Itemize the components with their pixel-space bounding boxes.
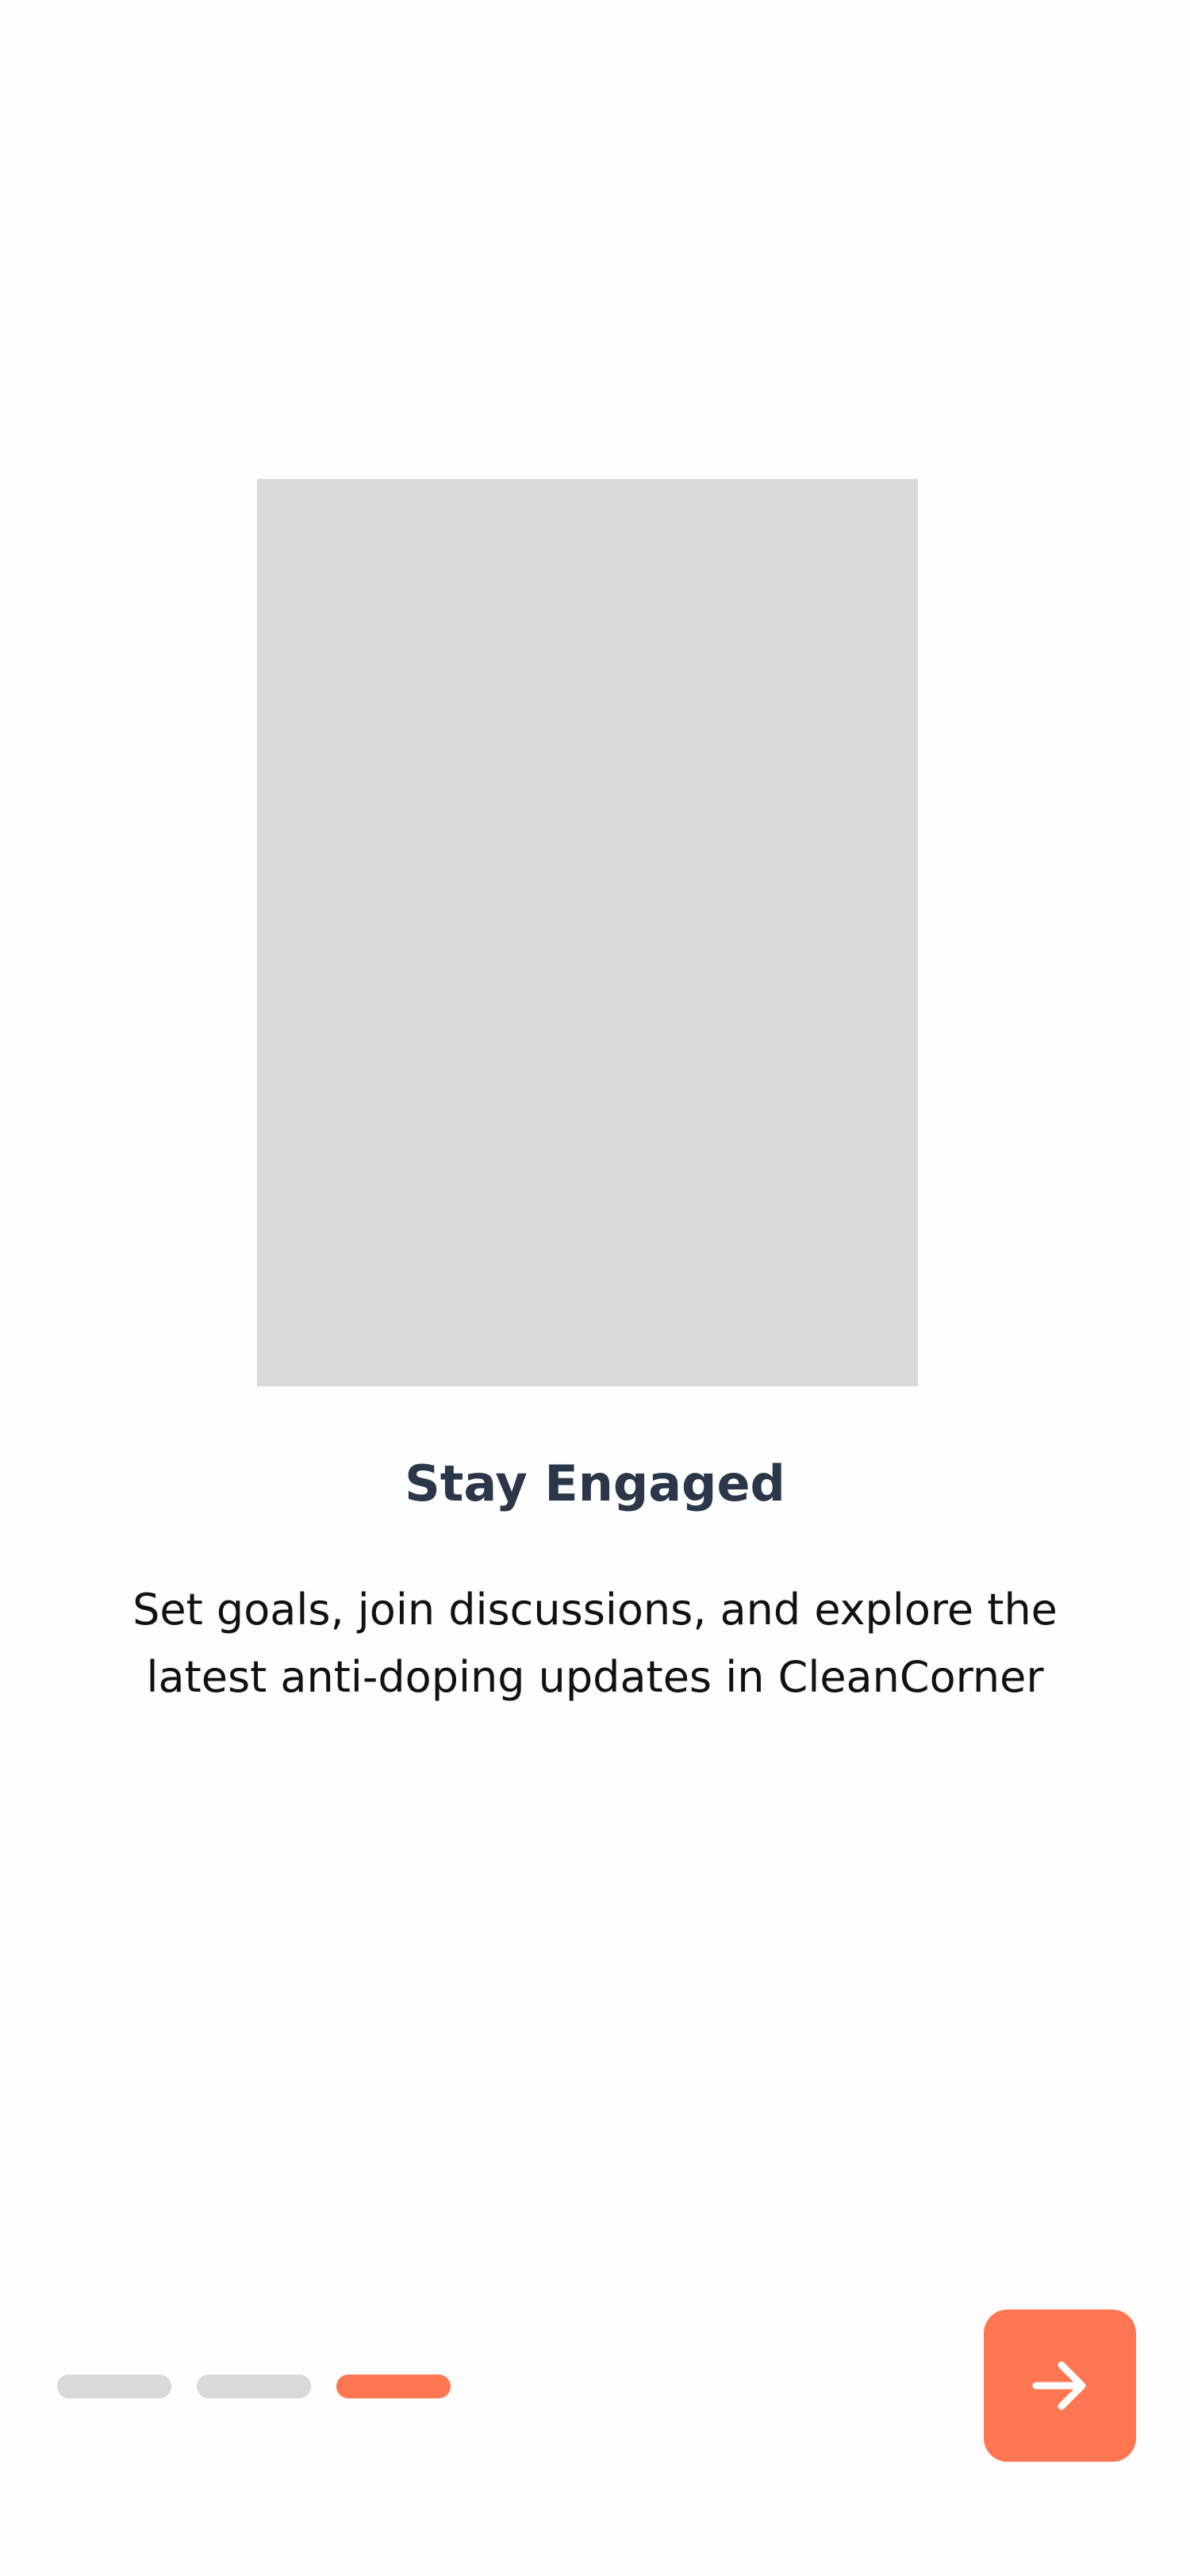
arrow-right-icon <box>1028 2354 1092 2417</box>
onboarding-description: Set goals, join discussions, and explore… <box>132 1585 1058 1702</box>
next-button[interactable] <box>984 2310 1136 2462</box>
page-indicator-dot-2[interactable] <box>197 2375 311 2398</box>
onboarding-title: Stay Engaged <box>405 1455 785 1512</box>
illustration-placeholder <box>257 479 918 1386</box>
page-indicator-dot-1[interactable] <box>57 2375 171 2398</box>
page-indicator <box>57 2375 451 2398</box>
onboarding-screen: Stay Engaged Set goals, join discussions… <box>0 0 1190 2576</box>
page-indicator-dot-3-active[interactable] <box>336 2375 451 2398</box>
